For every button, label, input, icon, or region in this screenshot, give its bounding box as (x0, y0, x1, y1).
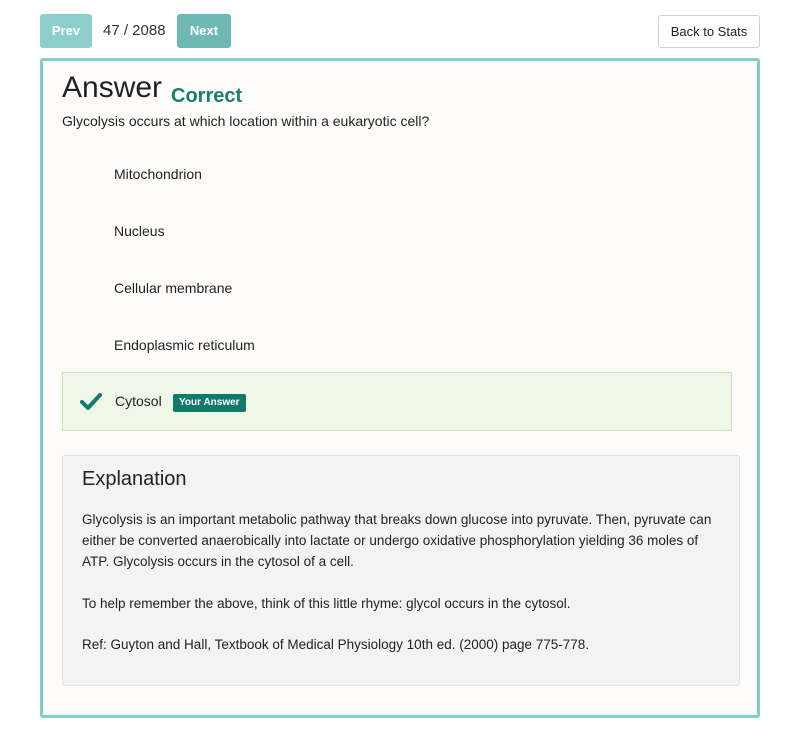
question-text: Glycolysis occurs at which location with… (62, 113, 430, 129)
option-label: Endoplasmic reticulum (114, 337, 255, 353)
back-to-stats-button[interactable]: Back to Stats (658, 15, 760, 48)
explanation-panel: Explanation Glycolysis is an important m… (62, 455, 740, 686)
explanation-paragraph: Glycolysis is an important metabolic pat… (82, 512, 712, 569)
navigation-bar: Prev 47 / 2088 Next Back to Stats (40, 14, 760, 48)
option-label: Cytosol (115, 393, 162, 409)
explanation-title: Explanation (82, 468, 187, 490)
option-label: Mitochondrion (114, 166, 202, 182)
status-correct: Correct (171, 85, 243, 107)
prev-button[interactable]: Prev (40, 14, 92, 48)
question-counter: 47 / 2088 (103, 22, 166, 39)
option-mitochondrion[interactable]: Mitochondrion (62, 146, 730, 203)
option-label: Nucleus (114, 223, 165, 239)
option-label: Cellular membrane (114, 280, 233, 296)
next-button[interactable]: Next (177, 14, 231, 48)
option-cytosol[interactable]: Cytosol Your Answer (62, 372, 732, 431)
explanation-mnemonic: To help remember the above, think of thi… (82, 596, 571, 611)
option-cellular-membrane[interactable]: Cellular membrane (62, 260, 730, 317)
option-endoplasmic-reticulum[interactable]: Endoplasmic reticulum (62, 317, 730, 374)
option-nucleus[interactable]: Nucleus (62, 203, 730, 260)
check-icon (80, 390, 102, 412)
explanation-reference: Ref: Guyton and Hall, Textbook of Medica… (82, 637, 590, 652)
answer-title: Answer (62, 71, 163, 104)
answer-card: Answer Correct Glycolysis occurs at whic… (40, 58, 760, 718)
your-answer-badge: Your Answer (173, 394, 246, 412)
